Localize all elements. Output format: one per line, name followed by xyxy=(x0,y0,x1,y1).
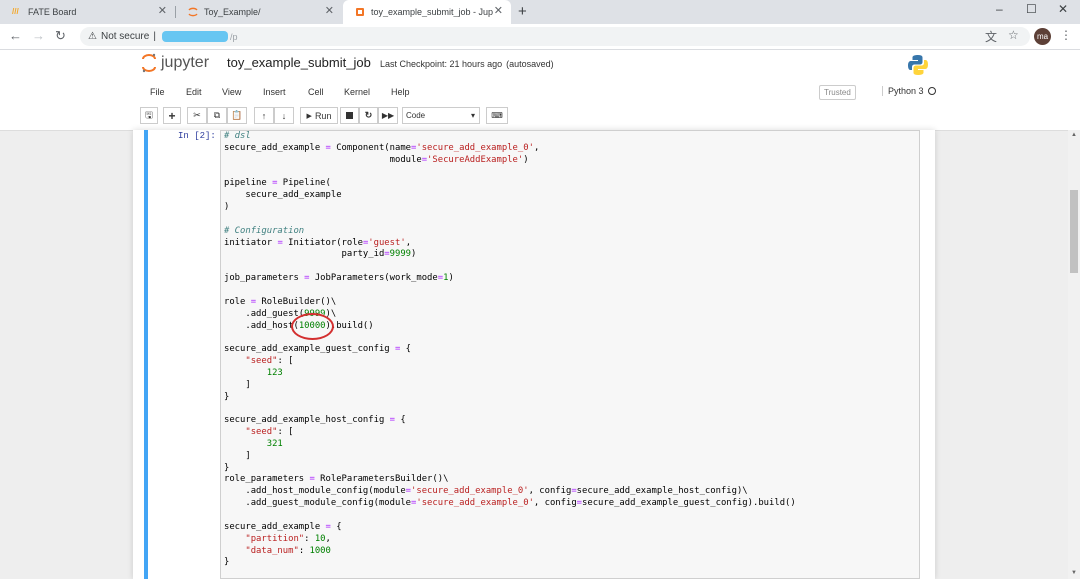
menu-file[interactable]: File xyxy=(150,87,165,97)
scroll-up-icon[interactable]: ▲ xyxy=(1071,132,1077,138)
tab-notebook-active[interactable]: toy_example_submit_job - Jup ✕ xyxy=(343,0,511,24)
jupyter-icon xyxy=(188,7,198,17)
menu-kernel[interactable]: Kernel xyxy=(344,87,370,97)
redacted-url xyxy=(161,31,228,42)
restart-run-all-button[interactable]: ▶▶ xyxy=(378,107,398,124)
move-down-button[interactable]: ↓ xyxy=(274,107,294,124)
run-button[interactable]: ▶ Run xyxy=(300,107,338,124)
interrupt-button[interactable] xyxy=(340,107,359,124)
address-bar[interactable]: ⚠ Not secure | /p xyxy=(80,27,1030,46)
close-icon[interactable]: ✕ xyxy=(158,6,167,17)
tab-label: FATE Board xyxy=(28,7,77,17)
jupyter-notebook-icon xyxy=(356,8,364,16)
tab-fate-board[interactable]: /// FATE Board ✕ xyxy=(0,0,175,24)
fate-icon: /// xyxy=(12,7,19,16)
menu-insert[interactable]: Insert xyxy=(263,87,286,97)
keyboard-icon: ⌨ xyxy=(491,111,503,120)
save-icon: 🖫 xyxy=(145,109,153,120)
tab-toy-example[interactable]: Toy_Example/ ✕ xyxy=(176,0,342,24)
python-logo-icon xyxy=(908,55,928,75)
jupyter-logo-text: jupyter xyxy=(161,54,210,71)
menu-icon[interactable]: ⋮ xyxy=(1060,28,1072,42)
security-label: Not secure xyxy=(100,31,150,42)
paste-icon: 📋 xyxy=(231,110,243,120)
close-icon[interactable]: ✕ xyxy=(494,6,503,17)
jupyter-logo-icon xyxy=(142,53,156,73)
back-arrow-icon[interactable]: ← xyxy=(9,28,22,43)
notebook-name[interactable]: toy_example_submit_job xyxy=(227,55,371,70)
autosave-text: (autosaved) xyxy=(506,59,554,69)
stop-icon xyxy=(346,112,353,119)
warning-icon: ⚠ xyxy=(88,31,97,42)
scrollbar-thumb[interactable] xyxy=(1070,190,1078,273)
command-palette-button[interactable]: ⌨ xyxy=(486,107,508,124)
trusted-indicator[interactable]: Trusted xyxy=(819,85,856,100)
menu-help[interactable]: Help xyxy=(391,87,410,97)
run-label: Run xyxy=(314,110,332,121)
new-tab-button[interactable]: + xyxy=(518,3,527,20)
annotation-circle xyxy=(291,313,334,340)
checkpoint-text: Last Checkpoint: 21 hours ago xyxy=(380,59,503,69)
scissors-icon: ✂ xyxy=(193,110,201,120)
play-icon: ▶ xyxy=(306,112,312,120)
menu-edit[interactable]: Edit xyxy=(186,87,202,97)
insert-cell-button[interactable]: + xyxy=(163,107,181,124)
tab-label: toy_example_submit_job - Jup xyxy=(371,7,494,17)
cut-button[interactable]: ✂ xyxy=(187,107,207,124)
cell-type-select[interactable]: Code ▾ xyxy=(402,107,480,124)
scroll-down-icon[interactable]: ▼ xyxy=(1071,570,1077,576)
restart-icon: ↻ xyxy=(364,110,373,120)
browser-tab-strip: /// FATE Board ✕ Toy_Example/ ✕ toy_exam… xyxy=(0,0,1080,24)
menu-view[interactable]: View xyxy=(222,87,241,97)
avatar[interactable]: ma xyxy=(1034,28,1051,45)
close-icon[interactable]: ✕ xyxy=(325,6,334,17)
cell-type-value: Code xyxy=(406,111,426,120)
save-button[interactable]: 🖫 xyxy=(140,107,158,124)
star-icon[interactable]: ☆ xyxy=(1008,28,1019,42)
code-cell-source[interactable]: # dsl secure_add_example = Component(nam… xyxy=(224,131,796,569)
tab-label: Toy_Example/ xyxy=(204,7,261,17)
paste-button[interactable]: 📋 xyxy=(227,107,247,124)
plus-icon: + xyxy=(168,108,176,123)
url-tail: /p xyxy=(229,31,238,42)
kernel-idle-icon xyxy=(927,87,936,95)
fast-forward-icon: ▶▶ xyxy=(381,111,395,120)
kernel-name: Python 3 xyxy=(888,86,924,96)
move-up-button[interactable]: ↑ xyxy=(254,107,274,124)
close-window-button[interactable]: ✕ xyxy=(1058,2,1068,16)
copy-button[interactable]: ⧉ xyxy=(207,107,227,124)
address-separator: | xyxy=(153,31,156,42)
jupyter-logo[interactable]: jupyter xyxy=(141,53,209,73)
forward-arrow-icon[interactable]: → xyxy=(32,28,45,43)
menu-cell[interactable]: Cell xyxy=(308,87,324,97)
translate-icon[interactable]: 文 xyxy=(985,28,997,45)
checkpoint-status: Last Checkpoint: 21 hours ago (autosaved) xyxy=(380,59,554,69)
selected-cell-indicator xyxy=(144,130,148,579)
restart-button[interactable]: ↻ xyxy=(359,107,378,124)
reload-icon[interactable]: ↻ xyxy=(55,28,66,44)
arrow-down-icon: ↓ xyxy=(281,110,287,121)
maximize-button[interactable]: ☐ xyxy=(1026,2,1037,16)
browser-toolbar: ← → ↻ ⚠ Not secure | /p 文 ☆ xyxy=(0,24,1080,50)
kernel-indicator[interactable]: Python 3 xyxy=(882,86,936,96)
chevron-down-icon: ▾ xyxy=(470,111,475,120)
input-prompt: In [2]: xyxy=(178,131,216,141)
arrow-up-icon: ↑ xyxy=(261,110,267,121)
copy-icon: ⧉ xyxy=(213,110,221,120)
minimize-button[interactable]: – xyxy=(996,2,1003,16)
